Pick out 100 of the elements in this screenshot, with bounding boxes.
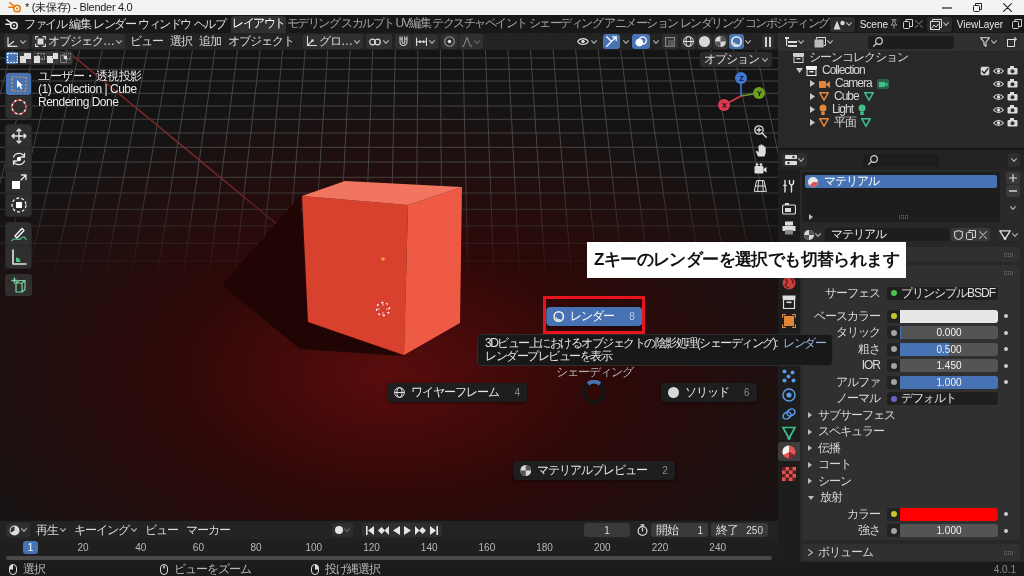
mode-dropdown[interactable]: オブジェク…	[32, 34, 125, 49]
checkbox[interactable]	[980, 65, 990, 76]
snap-target-dropdown[interactable]	[413, 34, 438, 49]
color-field[interactable]	[900, 507, 998, 521]
eye-icon[interactable]	[993, 92, 1004, 101]
caret-icon[interactable]	[653, 39, 659, 44]
menu-item[interactable]: ビュー	[143, 523, 180, 537]
tool-button[interactable]	[6, 148, 31, 170]
remove-slot-button[interactable]	[1006, 185, 1020, 197]
slider-field[interactable]: 0.500	[900, 342, 998, 356]
shading-mode-button[interactable]	[697, 34, 712, 49]
snap-toggle[interactable]	[395, 34, 412, 49]
grip-icon[interactable]	[1004, 252, 1014, 257]
eye-icon[interactable]	[993, 79, 1004, 88]
collapsed-arrow-icon[interactable]	[809, 213, 813, 220]
display-mode-dropdown[interactable]	[811, 35, 836, 49]
keyframe-dot-icon[interactable]	[1004, 330, 1008, 335]
playhead[interactable]: 1	[23, 541, 38, 554]
blender-logo-icon[interactable]	[5, 18, 18, 30]
color-field[interactable]	[900, 309, 998, 323]
menu-item[interactable]: ビュー	[128, 35, 165, 48]
editor-type-button[interactable]	[4, 34, 29, 49]
tool-button[interactable]	[6, 194, 31, 216]
collapsed-arrow-icon[interactable]	[809, 106, 815, 113]
eye-icon[interactable]	[993, 105, 1004, 114]
hand-icon[interactable]	[754, 144, 767, 157]
menu-item[interactable]: ファイル	[23, 16, 67, 32]
duplicate-icon[interactable]	[902, 19, 913, 29]
tree-item-label[interactable]: Light	[832, 103, 854, 116]
panel-header[interactable]: ボリューム	[802, 544, 1020, 561]
tool-button[interactable]	[6, 171, 31, 193]
close-icon[interactable]	[1003, 3, 1012, 12]
tool-button[interactable]	[5, 274, 32, 296]
material-name-field[interactable]: マテリアル	[825, 228, 949, 241]
tool-button[interactable]	[6, 223, 31, 245]
socket-dot-icon[interactable]	[890, 313, 897, 319]
search-field[interactable]	[863, 153, 939, 167]
selection-mode-button[interactable]	[46, 52, 59, 64]
socket-dot-icon[interactable]	[890, 511, 897, 517]
shading-mode-button[interactable]	[713, 34, 728, 49]
workspace-tab[interactable]: シェーディング	[527, 16, 604, 33]
proportional-edit-toggle[interactable]	[441, 34, 458, 49]
options-dropdown[interactable]: オプション	[700, 52, 772, 67]
tree-item-label[interactable]: シーンコレクション	[809, 51, 908, 64]
workspace-tab[interactable]: テクスチャペイント	[431, 16, 528, 33]
search-field[interactable]	[868, 35, 954, 49]
tool-button[interactable]	[6, 125, 31, 147]
shader-field[interactable]: プリンシプルBSDF	[887, 286, 998, 300]
socket-dot-icon[interactable]	[891, 290, 897, 296]
keyframe-dot-icon[interactable]	[1004, 347, 1008, 351]
tree-item-label[interactable]: Collection	[822, 64, 865, 77]
tree-item-label[interactable]: Cube	[834, 90, 859, 103]
record-button[interactable]	[332, 523, 353, 537]
next-keyframe-icon[interactable]	[415, 525, 426, 535]
pie-menu-item[interactable]: マテリアルプレビュー 2	[513, 461, 675, 480]
pin-icon[interactable]	[889, 19, 898, 29]
workspace-tab[interactable]: レイアウト	[231, 16, 286, 33]
play-icon[interactable]	[404, 525, 411, 535]
subpanel-title[interactable]: シーン	[818, 474, 851, 488]
region-toggle[interactable]	[762, 34, 774, 49]
workspace-tab[interactable]: コンポジティング	[743, 16, 830, 33]
workspace-tab[interactable]: アニメーション	[603, 16, 679, 33]
caret-icon[interactable]	[623, 39, 629, 44]
duplicate-icon[interactable]	[1011, 19, 1022, 29]
subpanel-title[interactable]: コート	[818, 458, 851, 471]
keyframe-dot-icon[interactable]	[1004, 528, 1008, 533]
selection-mode-button[interactable]	[19, 52, 32, 64]
minimize-icon[interactable]	[942, 6, 952, 9]
xray-toggle[interactable]	[662, 34, 678, 49]
socket-button[interactable]	[887, 375, 900, 389]
collapsed-arrow-icon[interactable]	[808, 461, 812, 468]
perspective-grid-icon[interactable]	[754, 180, 767, 192]
tool-button[interactable]	[6, 73, 31, 95]
collapsed-arrow-icon[interactable]	[808, 445, 812, 451]
grip-icon[interactable]	[1004, 270, 1014, 275]
subpanel-title[interactable]: サブサーフェス	[818, 408, 895, 422]
start-frame-field[interactable]: 開始 1	[651, 523, 708, 537]
subpanel-title[interactable]: スペキュラー	[818, 425, 884, 438]
gizmo-toggle[interactable]	[603, 34, 620, 49]
keyframe-dot-icon[interactable]	[1004, 363, 1008, 368]
workspace-tab[interactable]: レンダリング	[678, 16, 744, 33]
maximize-icon[interactable]	[973, 3, 982, 12]
options-dropdown[interactable]	[1008, 153, 1020, 167]
camera-icon[interactable]	[1007, 92, 1018, 101]
jump-start-icon[interactable]	[366, 525, 374, 535]
camera-icon[interactable]	[1007, 105, 1018, 114]
link-field[interactable]: デフォルト	[887, 392, 998, 405]
workspace-tab[interactable]: モデリング	[285, 16, 340, 33]
eye-icon[interactable]	[993, 66, 1004, 75]
pivot-dropdown[interactable]	[366, 34, 392, 49]
scrollbar[interactable]	[6, 556, 772, 560]
view-layer-name-field[interactable]: ViewLayer	[953, 16, 1010, 32]
pie-menu-item[interactable]: ワイヤーフレーム 4	[387, 383, 527, 402]
number-field[interactable]: 1.450	[900, 359, 998, 372]
workspace-tab[interactable]: スカルプト	[340, 16, 395, 33]
collapsed-arrow-icon[interactable]	[808, 428, 812, 435]
view-layer-browse-button[interactable]	[926, 16, 952, 32]
jump-end-icon[interactable]	[430, 525, 438, 535]
collapsed-arrow-icon[interactable]	[809, 119, 815, 126]
camera-icon[interactable]	[754, 163, 767, 174]
